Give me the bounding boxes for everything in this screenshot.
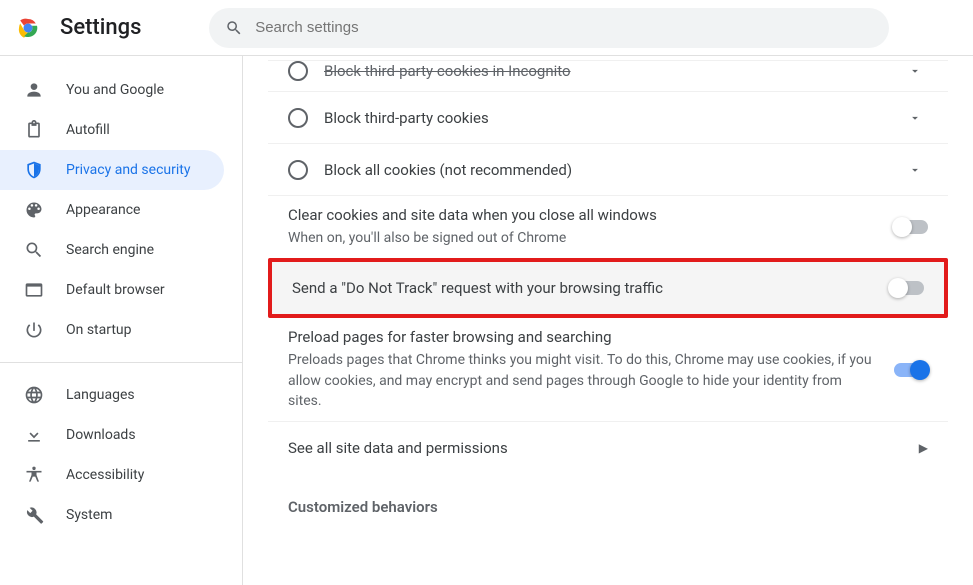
sidebar-item-you-and-google[interactable]: You and Google [0, 70, 224, 110]
sidebar-item-privacy-security[interactable]: Privacy and security [0, 150, 224, 190]
radio-block-3p-incognito[interactable]: Block third-party cookies in Incognito [268, 60, 948, 92]
link-label: See all site data and permissions [288, 439, 903, 457]
accessibility-icon [24, 465, 44, 485]
person-icon [24, 80, 44, 100]
sidebar-item-label: Search engine [66, 242, 154, 258]
setting-preload-pages[interactable]: Preload pages for faster browsing and se… [268, 318, 948, 422]
sidebar-item-languages[interactable]: Languages [0, 375, 224, 415]
link-see-all-site-data[interactable]: See all site data and permissions ▶ [268, 422, 948, 474]
radio-label: Block third-party cookies [324, 109, 892, 127]
sidebar: You and Google Autofill Privacy and secu… [0, 56, 243, 585]
header: Settings [0, 0, 973, 56]
radio-icon [288, 160, 308, 180]
sidebar-item-label: Accessibility [66, 467, 144, 483]
setting-subtitle: When on, you'll also be signed out of Ch… [288, 228, 878, 248]
sidebar-item-label: System [66, 507, 112, 523]
download-icon [24, 425, 44, 445]
page-title: Settings [60, 15, 141, 40]
radio-block-all[interactable]: Block all cookies (not recommended) [268, 144, 948, 196]
sidebar-item-system[interactable]: System [0, 495, 224, 535]
sidebar-item-label: Downloads [66, 427, 136, 443]
chrome-logo-icon [16, 16, 40, 40]
setting-do-not-track[interactable]: Send a "Do Not Track" request with your … [272, 262, 944, 314]
radio-icon [288, 61, 308, 81]
sidebar-item-label: Languages [66, 387, 135, 403]
radio-label: Block all cookies (not recommended) [324, 161, 892, 179]
sidebar-item-default-browser[interactable]: Default browser [0, 270, 224, 310]
toggle-switch[interactable] [894, 363, 928, 377]
sidebar-item-on-startup[interactable]: On startup [0, 310, 224, 350]
globe-icon [24, 385, 44, 405]
chevron-down-icon [908, 111, 928, 125]
section-heading-customized: Customized behaviors [268, 474, 948, 524]
sidebar-item-label: Autofill [66, 122, 110, 138]
setting-title: Preload pages for faster browsing and se… [288, 328, 878, 346]
radio-label: Block third-party cookies in Incognito [324, 62, 892, 80]
sidebar-item-autofill[interactable]: Autofill [0, 110, 224, 150]
sidebar-item-label: Appearance [66, 202, 140, 218]
toggle-switch[interactable] [894, 220, 928, 234]
sidebar-item-accessibility[interactable]: Accessibility [0, 455, 224, 495]
wrench-icon [24, 505, 44, 525]
search-icon [24, 240, 44, 260]
highlighted-setting: Send a "Do Not Track" request with your … [268, 258, 948, 318]
shield-icon [24, 160, 44, 180]
radio-block-3p[interactable]: Block third-party cookies [268, 92, 948, 144]
sidebar-item-label: Privacy and security [66, 162, 190, 178]
chevron-down-icon [908, 163, 928, 177]
setting-clear-on-close[interactable]: Clear cookies and site data when you clo… [268, 196, 948, 258]
chevron-down-icon [908, 64, 928, 78]
toggle-switch[interactable] [890, 281, 924, 295]
sidebar-item-search-engine[interactable]: Search engine [0, 230, 224, 270]
sidebar-separator [0, 362, 242, 363]
search-input[interactable] [255, 19, 873, 36]
search-icon [225, 19, 243, 37]
arrow-right-icon: ▶ [919, 441, 928, 455]
setting-subtitle: Preloads pages that Chrome thinks you mi… [288, 350, 878, 411]
setting-title: Send a "Do Not Track" request with your … [292, 279, 874, 297]
sidebar-item-downloads[interactable]: Downloads [0, 415, 224, 455]
sidebar-item-label: You and Google [66, 82, 164, 98]
content-area: Block third-party cookies in Incognito B… [243, 56, 973, 585]
sidebar-item-appearance[interactable]: Appearance [0, 190, 224, 230]
radio-icon [288, 108, 308, 128]
search-box[interactable] [209, 8, 889, 48]
browser-icon [24, 280, 44, 300]
palette-icon [24, 200, 44, 220]
clipboard-icon [24, 120, 44, 140]
power-icon [24, 320, 44, 340]
sidebar-item-label: On startup [66, 322, 132, 338]
setting-title: Clear cookies and site data when you clo… [288, 206, 878, 224]
sidebar-item-label: Default browser [66, 282, 165, 298]
